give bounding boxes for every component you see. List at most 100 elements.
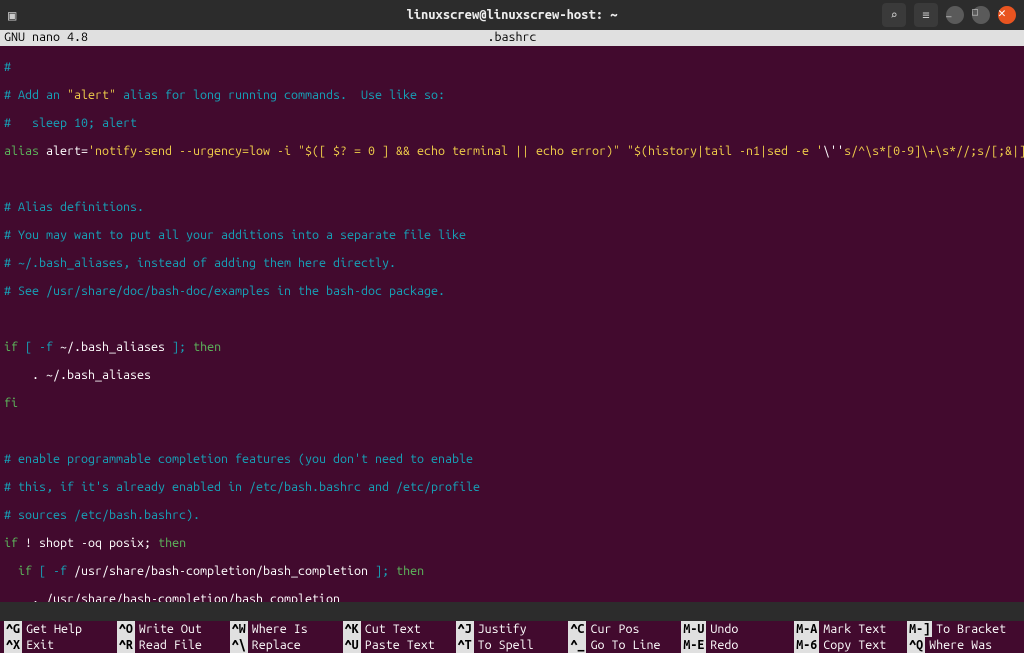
shortcut-label: Get Help [26, 621, 82, 637]
code-keyword: then [396, 564, 424, 578]
code-text: ]; [165, 340, 193, 354]
code-text: ~/.bash_aliases [46, 368, 151, 382]
shortcut-col-7: M-AMark Text M-6Copy Text [794, 621, 907, 653]
nano-version: GNU nano 4.8 [4, 30, 204, 46]
shortcut-label: Copy Text [823, 637, 886, 653]
code-string: 'notify-send --urgency=low -i "$([ $? = … [88, 144, 823, 158]
close-button[interactable]: ✕ [998, 6, 1016, 24]
code-text: ]; [368, 564, 396, 578]
shortcut-key[interactable]: ^T [456, 637, 474, 653]
nano-shortcuts: ^GGet Help ^XExit ^OWrite Out ^RRead Fil… [0, 621, 1024, 653]
close-icon: ✕ [998, 6, 1006, 20]
shortcut-key[interactable]: ^J [456, 621, 474, 637]
code-text: . [4, 368, 46, 382]
shortcut-col-3: ^KCut Text ^UPaste Text [343, 621, 456, 653]
code-comment: # See /usr/share/doc/bash-doc/examples i… [4, 284, 445, 298]
shortcut-key[interactable]: ^\ [230, 637, 248, 653]
shortcut-key[interactable]: ^W [230, 621, 248, 637]
shortcut-label: Replace [252, 637, 301, 653]
code-text: . [4, 592, 46, 602]
nano-header: GNU nano 4.8 .bashrc [0, 30, 1024, 46]
code-text: ~/.bash_aliases [60, 340, 165, 354]
shortcut-col-6: M-UUndo M-ERedo [681, 621, 794, 653]
shortcut-key[interactable]: ^U [343, 637, 361, 653]
window-titlebar: ▣ linuxscrew@linuxscrew-host: ~ ⌕ ≡ _ □ … [0, 0, 1024, 30]
menu-button[interactable]: ≡ [914, 3, 938, 27]
shortcut-label: To Bracket [936, 621, 1006, 637]
code-text: /usr/share/bash-completion/bash_completi… [46, 592, 340, 602]
code-comment: # You may want to put all your additions… [4, 228, 466, 242]
shortcut-col-1: ^OWrite Out ^RRead File [117, 621, 230, 653]
code-string: s/^\s*[0-9]\+\s*//;s/[;&|]\s* [844, 144, 1024, 158]
window-title: linuxscrew@linuxscrew-host: ~ [208, 8, 816, 22]
shortcut-label: Cut Text [365, 621, 421, 637]
minimize-button[interactable]: _ [946, 6, 964, 24]
shortcut-col-0: ^GGet Help ^XExit [4, 621, 117, 653]
minimize-icon: _ [946, 6, 952, 17]
shortcut-key[interactable]: M-A [794, 621, 819, 637]
shortcut-key[interactable]: ^K [343, 621, 361, 637]
maximize-button[interactable]: □ [972, 6, 990, 24]
code-keyword: then [158, 536, 186, 550]
shortcut-key[interactable]: ^R [117, 637, 135, 653]
shortcut-label: Where Is [252, 621, 308, 637]
code-text: ! [18, 536, 39, 550]
code-text: alert= [39, 144, 88, 158]
nano-filename: .bashrc [204, 30, 820, 46]
code-text: shopt -oq posix [39, 536, 144, 550]
shortcut-col-5: ^CCur Pos ^_Go To Line [568, 621, 681, 653]
shortcut-key[interactable]: M-E [681, 637, 706, 653]
titlebar-left: ▣ [8, 7, 208, 24]
code-comment: alias for long running commands. Use lik… [116, 88, 445, 102]
shortcut-label: Redo [710, 637, 738, 653]
code-text: /usr/share/bash-completion/bash_completi… [74, 564, 368, 578]
shortcut-key[interactable]: ^G [4, 621, 22, 637]
shortcut-key[interactable]: M-] [907, 621, 932, 637]
code-comment: # sources /etc/bash.bashrc). [4, 508, 200, 522]
maximize-icon: □ [972, 6, 978, 17]
code-comment: # enable programmable completion feature… [4, 452, 473, 466]
shortcut-key[interactable]: ^X [4, 637, 22, 653]
shortcut-label: Write Out [139, 621, 202, 637]
code-text: [ -f [32, 564, 74, 578]
shortcut-key[interactable]: ^C [568, 621, 586, 637]
code-comment: # [4, 60, 11, 74]
shortcut-col-8: M-]To Bracket ^QWhere Was [907, 621, 1020, 653]
code-text [4, 564, 18, 578]
hamburger-icon: ≡ [922, 8, 929, 22]
shortcut-key[interactable]: ^O [117, 621, 135, 637]
code-comment: # sleep 10; alert [4, 116, 137, 130]
code-text: [ -f [18, 340, 60, 354]
shortcut-label: Justify [478, 621, 527, 637]
titlebar-right: ⌕ ≡ _ □ ✕ [816, 3, 1016, 27]
shortcut-label: Mark Text [823, 621, 886, 637]
shortcut-col-4: ^JJustify ^TTo Spell [456, 621, 569, 653]
shortcut-label: Read File [139, 637, 202, 653]
terminal-icon: ▣ [8, 7, 16, 24]
shortcut-label: Exit [26, 637, 54, 653]
code-string: "alert" [67, 88, 116, 102]
shortcut-label: Go To Line [590, 637, 660, 653]
code-comment: # Alias definitions. [4, 200, 144, 214]
code-keyword: if [18, 564, 32, 578]
search-button[interactable]: ⌕ [882, 3, 906, 27]
code-keyword: if [4, 536, 18, 550]
shortcut-label: Paste Text [365, 637, 435, 653]
code-keyword: alias [4, 144, 39, 158]
code-keyword: fi [4, 396, 18, 410]
code-text: ; [144, 536, 158, 550]
shortcut-key[interactable]: ^Q [907, 637, 925, 653]
shortcut-key[interactable]: ^_ [568, 637, 586, 653]
shortcut-key[interactable]: M-U [681, 621, 706, 637]
shortcut-col-2: ^WWhere Is ^\Replace [230, 621, 343, 653]
code-comment: # this, if it's already enabled in /etc/… [4, 480, 480, 494]
shortcut-label: Where Was [929, 637, 992, 653]
code-comment: # ~/.bash_aliases, instead of adding the… [4, 256, 396, 270]
code-keyword: then [193, 340, 221, 354]
editor-area[interactable]: # # Add an "alert" alias for long runnin… [0, 46, 1024, 602]
search-icon: ⌕ [890, 8, 897, 22]
shortcut-key[interactable]: M-6 [794, 637, 819, 653]
code-text: \'' [823, 144, 844, 158]
shortcut-label: Cur Pos [590, 621, 639, 637]
code-keyword: if [4, 340, 18, 354]
